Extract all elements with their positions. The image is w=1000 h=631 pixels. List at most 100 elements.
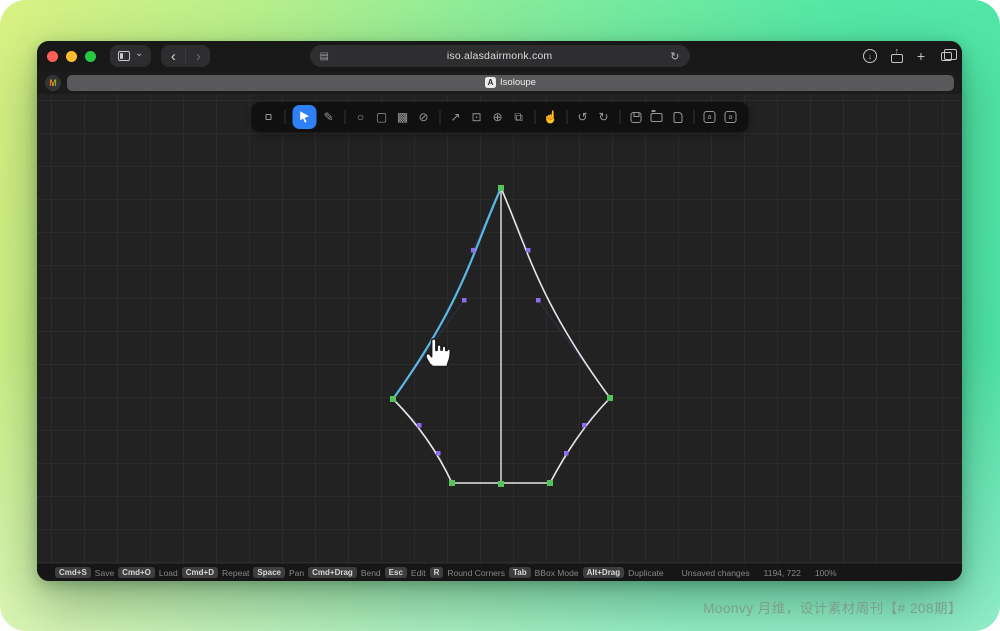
bounding-box-tool[interactable]: ⊡	[466, 105, 487, 129]
rounded-square-icon: ▢	[376, 111, 387, 123]
shortcut-action: Round Corners	[447, 568, 505, 578]
save-button[interactable]	[625, 105, 646, 129]
file-export-icon	[673, 112, 682, 123]
pinned-tab-favicon: M	[49, 78, 57, 88]
globe-icon: ⊕	[492, 111, 502, 123]
titlebar-right-icons: ↓ +	[863, 48, 952, 64]
arrow-up-right-icon: ↗	[450, 111, 460, 123]
maximize-window-button[interactable]	[85, 51, 96, 62]
caption-text: Moonvy 月维，设计素材周刊【# 208期】	[703, 597, 962, 617]
toolbar-divider	[439, 110, 440, 124]
node-square-icon	[266, 114, 272, 120]
pinned-tab[interactable]: M	[45, 75, 61, 91]
address-bar[interactable]: ▤ iso.alasdairmonk.com ↻	[310, 45, 690, 67]
pen-tool[interactable]: ✎	[318, 105, 339, 129]
open-button[interactable]	[646, 105, 667, 129]
redo-icon: ↻	[598, 111, 608, 123]
shape-right-edge[interactable]	[501, 188, 610, 398]
shortcut-key: Cmd+D	[182, 567, 218, 578]
export-file-button[interactable]	[667, 105, 688, 129]
shortcut-action: Save	[95, 568, 114, 578]
export-arrow-tool[interactable]: ↗	[445, 105, 466, 129]
nav-buttons: ‹ ›	[161, 45, 210, 67]
shortcut-action: Pan	[289, 568, 304, 578]
shortcut-hint: Alt+DragDuplicate	[583, 567, 664, 578]
browser-titlebar: ⌄ ‹ › ▤ iso.alasdairmonk.com ↻ ↓ +	[37, 41, 962, 71]
anchor-points[interactable]	[390, 185, 613, 487]
pattern-square-icon: ▩	[397, 111, 408, 123]
shortcut-key: Alt+Drag	[583, 567, 625, 578]
gradient-backdrop: ⌄ ‹ › ▤ iso.alasdairmonk.com ↻ ↓ + M	[0, 0, 1000, 631]
shortcut-action: Load	[159, 568, 178, 578]
cursor-icon	[298, 111, 310, 123]
pen-nib-shape[interactable]	[37, 94, 962, 564]
new-tab-icon[interactable]: +	[917, 48, 925, 64]
stack-squares-icon: ⧉	[514, 111, 523, 123]
shortcut-key: Esc	[385, 567, 407, 578]
minimize-window-button[interactable]	[66, 51, 77, 62]
shortcut-action: Edit	[411, 568, 426, 578]
shortcut-key: Cmd+S	[55, 567, 91, 578]
tab-favicon: A	[485, 77, 496, 88]
dial-icon: ⊘	[418, 111, 428, 123]
pattern-fill-tool[interactable]: ▩	[392, 105, 413, 129]
shortcut-hint: SpacePan	[253, 567, 304, 578]
shape-lower-right-edge[interactable]	[550, 398, 610, 483]
shortcut-action: Repeat	[222, 568, 249, 578]
tab-title: Isoloupe	[500, 77, 536, 88]
editor-toolbar: ✎ ○ ▢ ▩ ⊘ ↗ ⊡ ⊕ ⧉ ☝ ↺ ↻ aa	[251, 102, 748, 132]
hand-bend-tool[interactable]: ☝	[540, 105, 561, 129]
bezier-handles[interactable]	[417, 248, 587, 456]
toolbar-divider	[566, 110, 567, 124]
shortcut-key: Tab	[509, 567, 531, 578]
forward-button[interactable]: ›	[186, 45, 210, 67]
circle-icon: ○	[357, 111, 364, 123]
shortcut-hint: Cmd+S Save	[55, 567, 114, 578]
reload-icon[interactable]: ↻	[670, 50, 679, 63]
toolbar-divider	[619, 110, 620, 124]
dial-tool[interactable]: ⊘	[413, 105, 434, 129]
shortcut-hint: Esc Edit	[385, 567, 426, 578]
close-window-button[interactable]	[47, 51, 58, 62]
toolbar-divider	[693, 110, 694, 124]
cursor-coordinates: 1194, 722	[764, 568, 801, 578]
tab-overview-icon[interactable]	[941, 52, 952, 61]
zoom-level: 100%	[815, 568, 837, 578]
toolbar-divider	[344, 110, 345, 124]
redo-button[interactable]: ↻	[593, 105, 614, 129]
mesh-globe-tool[interactable]: ⊕	[487, 105, 508, 129]
share-icon[interactable]	[891, 49, 903, 63]
circle-tool[interactable]: ○	[350, 105, 371, 129]
rounded-rect-tool[interactable]: ▢	[371, 105, 392, 129]
shape-lower-left-edge[interactable]	[393, 399, 452, 483]
zoom-region-button[interactable]: a	[699, 105, 720, 129]
undo-button[interactable]: ↺	[572, 105, 593, 129]
hand-icon: ☝	[543, 111, 558, 123]
shortcut-hint: TabBBox Mode	[509, 567, 579, 578]
folder-icon	[651, 113, 663, 122]
site-settings-icon[interactable]: ▤	[320, 51, 329, 62]
back-button[interactable]: ‹	[161, 45, 185, 67]
sidebar-toggle[interactable]: ⌄	[110, 45, 151, 67]
editor-canvas[interactable]: ✎ ○ ▢ ▩ ⊘ ↗ ⊡ ⊕ ⧉ ☝ ↺ ↻ aa	[37, 94, 962, 564]
hand-cursor	[421, 332, 455, 370]
select-pen-tool[interactable]	[292, 105, 316, 129]
bounding-box-icon: ⊡	[471, 111, 481, 123]
shortcut-hint: Cmd+O Load	[118, 567, 178, 578]
zoom-detail-button[interactable]: a	[720, 105, 741, 129]
shortcut-action: Bend	[361, 568, 381, 578]
browser-window: ⌄ ‹ › ▤ iso.alasdairmonk.com ↻ ↓ + M	[37, 41, 962, 581]
downloads-icon[interactable]: ↓	[863, 49, 877, 63]
active-tab[interactable]: A Isoloupe	[67, 75, 954, 91]
pen-icon: ✎	[323, 111, 333, 123]
shortcut-hint: Cmd+D Repeat	[182, 567, 250, 578]
toolbar-divider	[284, 110, 285, 124]
node-tool[interactable]	[258, 105, 279, 129]
shortcut-hint: RRound Corners	[430, 567, 505, 578]
duplicate-tool[interactable]: ⧉	[508, 105, 529, 129]
shape-left-edge-highlighted[interactable]	[393, 188, 501, 399]
chevron-down-icon: ⌄	[135, 49, 143, 59]
tab-bar: M A Isoloupe	[37, 71, 962, 94]
unsaved-changes-label: Unsaved changes	[682, 568, 750, 578]
shortcut-key: Cmd+O	[118, 567, 155, 578]
